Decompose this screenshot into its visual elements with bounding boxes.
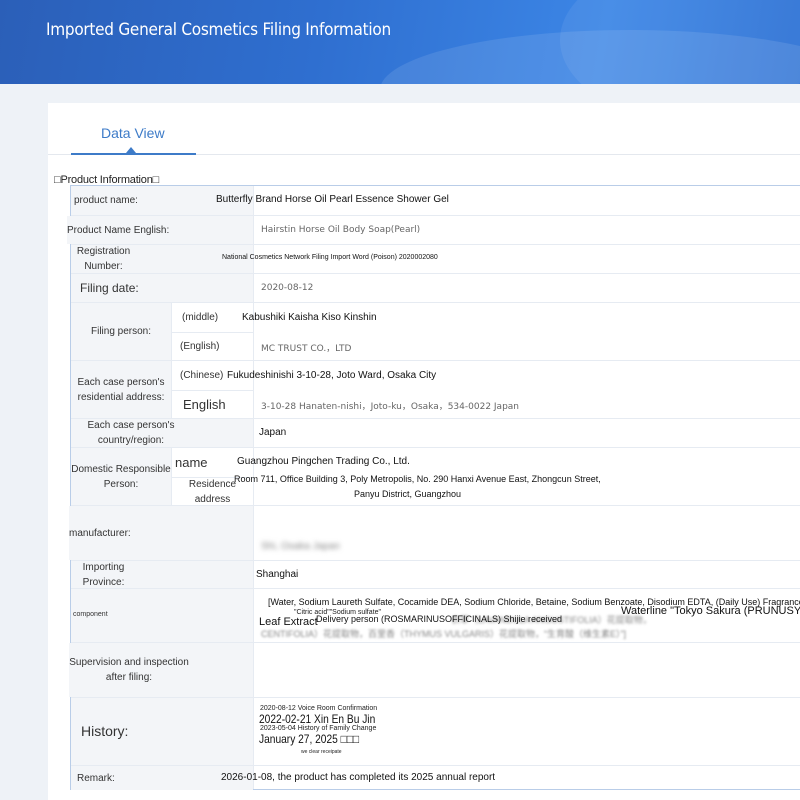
product-info-table: product name: Butterfly Brand Horse Oil …	[67, 185, 800, 790]
value-product-name-en: Hairstin Horse Oil Body Soap(Pearl)	[261, 225, 421, 235]
label-component: component	[71, 589, 253, 642]
value-history-line5: we clear receipate	[301, 749, 342, 755]
value-history-line4: January 27, 2025 □□□	[259, 732, 360, 746]
label-supervision: Supervision and inspection after filing:	[69, 643, 189, 697]
label-bg	[189, 643, 253, 697]
value-importing-province: Shanghai	[256, 569, 299, 580]
value-remark: 2026-01-08, the product has completed it…	[221, 772, 496, 783]
row-remark: Remark: 2026-01-08, the product has comp…	[71, 766, 800, 790]
row-filing-person: Filing person: (middle) Kabushiki Kaisha…	[71, 303, 800, 361]
tab-bar: Data View	[48, 103, 800, 155]
tab-label: Data View	[101, 125, 165, 141]
value-component-delivery: Delivery person (ROSMARINUSOFFICINALS) S…	[316, 614, 563, 624]
row-supervision: Supervision and inspection after filing:	[69, 643, 800, 698]
value-registration: National Cosmetics Network Filing Import…	[222, 254, 438, 261]
value-component-waterline: Waterline "Tokyo Sakura (PRUNUSYEDOE	[621, 605, 800, 617]
value-residential-english: 3-10-28 Hanaten-nishi，Joto-ku，Osaka，534-…	[261, 402, 520, 412]
label-bg	[136, 561, 253, 588]
header-banner: Imported General Cosmetics Filing Inform…	[0, 0, 800, 84]
row-registration: Registration Number: National Cosmetics …	[71, 245, 800, 274]
row-product-name: product name: Butterfly Brand Horse Oil …	[71, 186, 800, 216]
label-registration: Registration Number:	[71, 245, 136, 273]
page-title: Imported General Cosmetics Filing Inform…	[46, 20, 391, 40]
value-history-line2: 2022-02-21 Xin En Bu Jin	[259, 712, 376, 726]
row-history: History: 2020-08-12 Voice Room Confirmat…	[71, 698, 800, 766]
row-country: Each case person's country/region: Japan	[71, 419, 800, 448]
banner-wave-decoration	[560, 0, 800, 84]
value-component-blur2: CENTIFOLIA）花提取物，百里香（THYMUS VULGARIS）花提取物…	[261, 629, 627, 639]
label-residential-english: English	[171, 390, 253, 418]
value-filing-middle: Kabushiki Kaisha Kiso Kinshin	[242, 312, 377, 323]
value-country: Japan	[259, 427, 287, 438]
row-component: component [Water, Sodium Laureth Sulfate…	[71, 589, 800, 643]
value-history-line3: 2023-05-04 History of Family Change	[260, 725, 377, 732]
row-residential-address: Each case person's residential address: …	[71, 361, 800, 419]
label-filing-date: Filing date:	[71, 274, 253, 302]
row-filing-date: Filing date: 2020-08-12	[71, 274, 800, 303]
row-importing-province: Importing Province: Shanghai	[71, 561, 800, 589]
label-filing-middle: (middle)	[171, 303, 253, 332]
tab-caret-icon	[126, 147, 136, 153]
row-domestic-responsible: Domestic Responsible Person: name Guangz…	[71, 448, 800, 506]
row-product-name-en: Product Name English: Hairstin Horse Oil…	[67, 216, 800, 245]
tab-data-view[interactable]: Data View	[71, 103, 196, 155]
label-residential-address: Each case person's residential address:	[71, 361, 171, 418]
label-importing-province: Importing Province:	[71, 561, 136, 588]
value-history-line1: 2020-08-12 Voice Room Confirmation	[260, 705, 378, 712]
label-filing-english: (English)	[171, 332, 253, 360]
value-domestic-address-line2: Panyu District, Guangzhou	[354, 489, 462, 499]
value-domestic-name: Guangzhou Pingchen Trading Co., Ltd.	[237, 456, 410, 467]
value-filing-date: 2020-08-12	[261, 283, 314, 293]
label-product-name-en: Product Name English:	[67, 216, 253, 244]
label-country: Each case person's country/region:	[71, 419, 191, 447]
label-filing-person: Filing person:	[71, 303, 171, 360]
label-manufacturer: manufacturer:	[69, 506, 253, 560]
label-history: History:	[71, 698, 253, 765]
label-bg	[191, 419, 253, 447]
value-manufacturer: Shi, Osaka Japan	[261, 541, 340, 552]
value-residential-chinese: Fukudeshinishi 3-10-28, Joto Ward, Osaka…	[227, 370, 437, 381]
row-manufacturer: manufacturer: Shi, Osaka Japan	[69, 506, 800, 561]
value-product-name: Butterfly Brand Horse Oil Pearl Essence …	[216, 194, 449, 205]
value-domestic-address-line1: Room 711, Office Building 3, Poly Metrop…	[234, 474, 601, 484]
value-filing-english: MC TRUST CO.，LTD	[261, 344, 352, 354]
label-domestic-responsible: Domestic Responsible Person:	[71, 448, 171, 505]
